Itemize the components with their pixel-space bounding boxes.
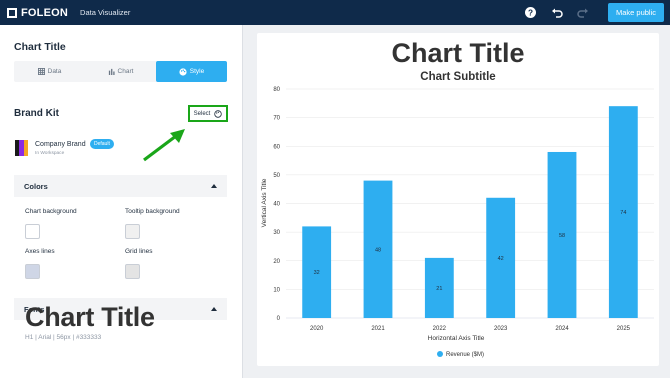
y-tick-label: 70 bbox=[273, 116, 280, 122]
y-tick-label: 30 bbox=[273, 230, 280, 236]
chart-background-label: Chart background bbox=[25, 208, 77, 215]
chart-title: Chart Title bbox=[391, 38, 524, 68]
top-bar: FOLEON Data Visualizer ? Make public bbox=[0, 0, 670, 25]
tooltip-background-swatch[interactable] bbox=[125, 224, 140, 239]
brand-name: Company Brand bbox=[35, 141, 86, 148]
tab-chart-label: Chart bbox=[117, 68, 134, 75]
palette-outline-icon bbox=[214, 109, 223, 118]
grid-lines bbox=[286, 88, 654, 319]
x-tick-label: 2025 bbox=[617, 326, 631, 332]
axes-lines-label: Axes lines bbox=[25, 248, 55, 255]
annotation-arrow-icon bbox=[143, 129, 185, 162]
make-public-button[interactable]: Make public bbox=[607, 3, 664, 22]
tab-style-label: Style bbox=[189, 68, 205, 75]
foleon-logo: FOLEON bbox=[7, 7, 68, 19]
brand-workspace-label: In Workspace bbox=[35, 151, 65, 156]
y-tick-label: 80 bbox=[273, 87, 280, 93]
x-tick-label: 2021 bbox=[371, 326, 385, 332]
tab-bar: Data Chart Style bbox=[14, 61, 227, 82]
brand-kit-title: Brand Kit bbox=[14, 108, 59, 119]
x-axis-ticks: 2020 2021 2022 2023 2024 2025 bbox=[310, 326, 631, 332]
app-name: Data Visualizer bbox=[80, 8, 131, 17]
y-tick-label: 20 bbox=[273, 259, 280, 265]
x-tick-label: 2024 bbox=[555, 326, 569, 332]
grid-lines-swatch[interactable] bbox=[125, 264, 140, 279]
collapse-caret-icon bbox=[211, 184, 217, 188]
bar-data-label: 58 bbox=[559, 233, 565, 239]
select-label: Select bbox=[193, 110, 211, 117]
font-meta: H1 | Arial | 56px | #333333 bbox=[25, 334, 102, 341]
x-tick-label: 2020 bbox=[310, 326, 324, 332]
logo-mark-icon bbox=[7, 7, 17, 18]
colors-section-title: Colors bbox=[24, 181, 48, 191]
bar-chart: Chart Title Chart Subtitle 0 10 20 30 40 50 60… bbox=[261, 38, 654, 358]
y-tick-label: 0 bbox=[277, 316, 281, 322]
tab-style[interactable]: Style bbox=[156, 61, 227, 82]
legend: Revenue ($M) bbox=[437, 351, 484, 358]
bar-data-label: 42 bbox=[498, 256, 504, 262]
tooltip-background-label: Tooltip background bbox=[125, 208, 180, 215]
grid-lines-label: Grid lines bbox=[125, 248, 153, 255]
svg-text:?: ? bbox=[528, 8, 533, 17]
panel-title: Chart Title bbox=[14, 41, 66, 53]
tab-data[interactable]: Data bbox=[14, 61, 85, 82]
table-icon bbox=[37, 68, 45, 75]
redo-icon[interactable] bbox=[576, 6, 590, 20]
y-axis-ticks: 0 10 20 30 40 50 60 70 80 bbox=[273, 87, 280, 322]
y-tick-label: 40 bbox=[273, 202, 280, 208]
colors-section-header[interactable]: Colors bbox=[14, 175, 227, 197]
bar-data-label: 21 bbox=[436, 286, 442, 292]
bar-chart-icon bbox=[108, 68, 115, 75]
bar-data-label: 74 bbox=[620, 210, 626, 216]
chart-subtitle: Chart Subtitle bbox=[420, 71, 495, 83]
bar-data-label: 32 bbox=[314, 270, 320, 276]
legend-label: Revenue ($M) bbox=[446, 352, 484, 358]
chart-background-swatch[interactable] bbox=[25, 224, 40, 239]
brand-swatch-color-3 bbox=[23, 140, 28, 156]
palette-icon bbox=[179, 67, 187, 76]
y-tick-label: 50 bbox=[273, 173, 280, 179]
tab-data-label: Data bbox=[47, 68, 62, 75]
x-tick-label: 2023 bbox=[494, 326, 508, 332]
tab-chart[interactable]: Chart bbox=[85, 61, 156, 82]
undo-icon[interactable] bbox=[550, 6, 564, 20]
font-sample-heading: Chart Title bbox=[25, 302, 155, 332]
help-icon[interactable]: ? bbox=[524, 6, 538, 20]
brand-swatch bbox=[15, 140, 28, 156]
chart-card: Chart Title Chart Subtitle 0 10 20 30 40 50 60… bbox=[257, 33, 659, 366]
y-tick-label: 10 bbox=[273, 287, 280, 293]
brand-kit-select-button[interactable]: Select bbox=[188, 105, 228, 122]
x-tick-label: 2022 bbox=[433, 326, 447, 332]
axes-lines-swatch[interactable] bbox=[25, 264, 40, 279]
y-tick-label: 60 bbox=[273, 144, 280, 150]
bar-data-label: 48 bbox=[375, 247, 381, 253]
y-axis-title: Vertical Axis Title bbox=[261, 178, 268, 227]
logo-text: FOLEON bbox=[21, 6, 69, 19]
default-badge: Default bbox=[90, 139, 114, 149]
bars: 32 48 21 42 58 74 bbox=[302, 106, 638, 318]
collapse-caret-icon bbox=[211, 307, 217, 311]
legend-marker bbox=[437, 351, 443, 357]
x-axis-title: Horizontal Axis Title bbox=[428, 335, 485, 342]
